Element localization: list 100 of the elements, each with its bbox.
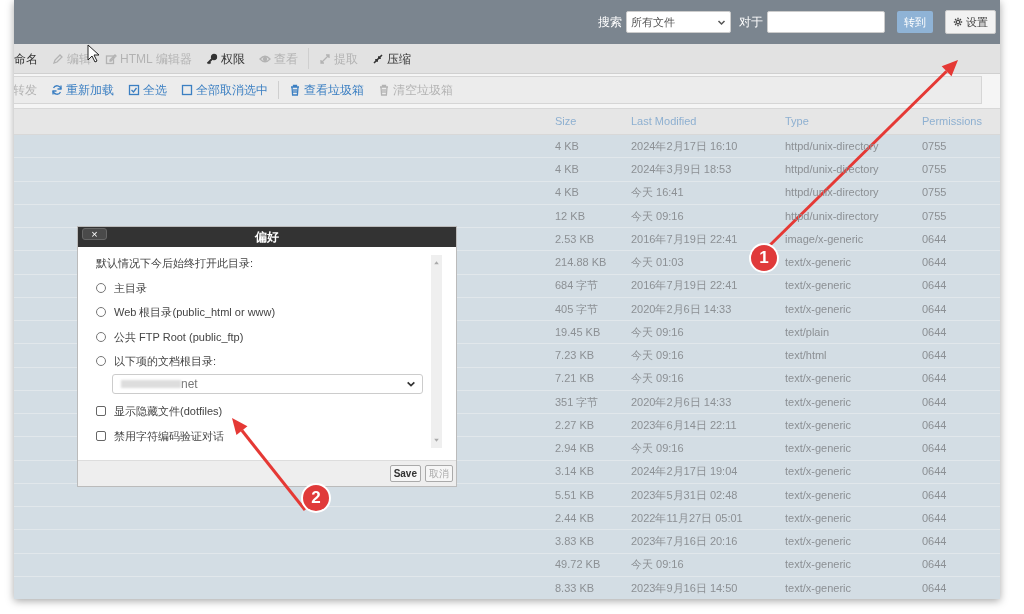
radio-button[interactable] bbox=[96, 331, 106, 342]
checkbox-icon bbox=[128, 84, 140, 96]
table-cell-text: 2023年7月16日 20:16 bbox=[631, 534, 738, 550]
table-cell-text: 2020年2月6日 14:33 bbox=[631, 301, 732, 317]
table-cell-text: 0644 bbox=[922, 441, 947, 457]
table-cell-text: text/x-generic bbox=[785, 464, 852, 480]
table-cell-text: 0644 bbox=[922, 464, 947, 480]
prompt-text: 默认情况下今后始终打开此目录: bbox=[96, 256, 255, 272]
toolbar-button[interactable]: 命名 bbox=[14, 49, 45, 68]
table-cell-text: 2.53 KB bbox=[555, 231, 595, 247]
column-header[interactable]: Last Modified bbox=[624, 109, 778, 134]
table-cell-text: 2023年5月31日 02:48 bbox=[631, 487, 738, 503]
table-cell-text: 0755 bbox=[922, 208, 947, 224]
table-cell-text: 2016年7月19日 22:41 bbox=[631, 278, 738, 294]
table-cell-text: text/x-generic bbox=[785, 487, 852, 503]
table-cell-text: 今天 09:16 bbox=[631, 324, 684, 340]
table-cell-text: 2024年2月17日 16:10 bbox=[631, 138, 738, 154]
table-cell-text: text/x-generic bbox=[785, 417, 852, 433]
radio-label: Web 根目录(public_html or www) bbox=[114, 305, 276, 321]
table-cell-text: 8.33 KB bbox=[555, 580, 595, 596]
redaction-blur bbox=[121, 379, 181, 388]
dropdown-value: net bbox=[181, 375, 199, 393]
toolbar-button[interactable]: 全选 bbox=[121, 81, 174, 99]
table-cell-text: 0644 bbox=[922, 417, 947, 433]
table-cell-text: 7.21 KB bbox=[555, 371, 595, 387]
table-cell-text: text/x-generic bbox=[785, 255, 852, 271]
table-cell-text: image/x-generic bbox=[785, 231, 864, 247]
scroll-up-icon bbox=[433, 259, 440, 267]
table-cell-text: text/x-generic bbox=[785, 371, 852, 387]
trash-icon bbox=[289, 84, 301, 96]
table-cell-text: 2.44 KB bbox=[555, 510, 595, 526]
toolbar-button[interactable]: 压缩 bbox=[364, 49, 418, 68]
toolbar-button[interactable]: 全部取消选中 bbox=[174, 81, 275, 99]
checkbox[interactable] bbox=[96, 430, 106, 441]
table-cell-text: 7.23 KB bbox=[555, 348, 595, 364]
table-cell-text: 12 KB bbox=[555, 208, 585, 224]
table-cell-text: 0755 bbox=[922, 138, 947, 154]
file-row[interactable]: 49.72 KB 今天 09:16 text/x-generic 0644 bbox=[14, 553, 1000, 577]
search-label: 搜索 bbox=[598, 14, 622, 31]
table-cell-text: text/html bbox=[785, 348, 827, 364]
table-cell-text: 351 字节 bbox=[555, 394, 599, 410]
table-cell-text: 2024年3月9日 18:53 bbox=[631, 162, 732, 178]
table-cell-text: 0644 bbox=[922, 278, 947, 294]
column-header[interactable]: Size bbox=[548, 109, 624, 134]
table-cell-text: text/x-generic bbox=[785, 301, 852, 317]
table-cell-text: 19.45 KB bbox=[555, 324, 601, 340]
table-cell-text: 今天 09:16 bbox=[631, 208, 684, 224]
table-cell-text: 684 字节 bbox=[555, 278, 599, 294]
file-row[interactable]: 3.83 KB 2023年7月16日 20:16 text/x-generic 0644 bbox=[14, 530, 1000, 554]
edit-icon bbox=[105, 52, 117, 65]
table-cell-text: 2023年6月14日 22:11 bbox=[631, 417, 737, 433]
table-cell-text: text/x-generic bbox=[785, 580, 852, 596]
toolbar-button[interactable]: 查看垃圾箱 bbox=[282, 81, 371, 99]
checkbox[interactable] bbox=[96, 406, 106, 417]
radio-label: 主目录 bbox=[114, 280, 147, 296]
table-cell-text: 4 KB bbox=[555, 138, 579, 154]
table-cell-text: 2022年11月27日 05:01 bbox=[631, 510, 743, 526]
key-icon bbox=[205, 52, 218, 65]
settings-button[interactable]: 设置 bbox=[945, 10, 996, 34]
go-button[interactable]: 转到 bbox=[897, 11, 933, 33]
scope-dropdown[interactable]: 所有文件 bbox=[626, 11, 731, 33]
square-icon bbox=[181, 84, 193, 96]
table-cell-text: 49.72 KB bbox=[555, 557, 601, 573]
search-field[interactable] bbox=[767, 11, 885, 33]
radio-button[interactable] bbox=[96, 307, 106, 318]
table-cell-text: 2.27 KB bbox=[555, 417, 595, 433]
table-cell-text: 今天 09:16 bbox=[631, 371, 684, 387]
scroll-down-icon bbox=[433, 437, 440, 445]
compress-icon bbox=[371, 52, 384, 65]
table-cell-text: text/x-generic bbox=[785, 394, 852, 410]
table-cell-text: 0755 bbox=[922, 162, 947, 178]
docroot-dropdown[interactable]: net bbox=[112, 373, 423, 394]
table-cell-text: 2020年2月6日 14:33 bbox=[631, 394, 732, 410]
table-cell-text: 今天 01:03 bbox=[631, 255, 684, 271]
toolbar-button[interactable]: 权限 bbox=[198, 49, 252, 68]
table-cell-text: 0644 bbox=[922, 487, 947, 503]
radio-button[interactable] bbox=[96, 282, 106, 293]
trash-icon bbox=[378, 84, 390, 96]
radio-button[interactable] bbox=[96, 356, 106, 367]
table-cell-text: 4 KB bbox=[555, 185, 579, 201]
table-cell-text: 2024年2月17日 19:04 bbox=[631, 464, 738, 480]
toolbar-button[interactable]: 重新加载 bbox=[44, 81, 121, 99]
save-button[interactable]: Save bbox=[389, 465, 421, 483]
table-cell-text: 0644 bbox=[922, 301, 947, 317]
column-header[interactable]: Type bbox=[778, 109, 915, 134]
column-header[interactable]: Permissions bbox=[915, 109, 990, 134]
table-cell-text: 2023年9月16日 14:50 bbox=[631, 580, 738, 596]
close-button[interactable]: × bbox=[82, 228, 107, 240]
table-cell-text: 214.88 KB bbox=[555, 255, 607, 271]
file-row[interactable]: 8.33 KB 2023年9月16日 14:50 text/x-generic 0644 bbox=[14, 576, 1000, 599]
table-cell-text: 0644 bbox=[922, 371, 947, 387]
scrollbar[interactable] bbox=[431, 255, 442, 449]
table-cell-text: 5.51 KB bbox=[555, 487, 595, 503]
table-cell-text: 今天 09:16 bbox=[631, 348, 684, 364]
file-row[interactable]: 2.44 KB 2022年11月27日 05:01 text/x-generic 0644 bbox=[14, 507, 1000, 531]
table-cell-text: 今天 09:16 bbox=[631, 441, 684, 457]
dialog-title: 偏好 bbox=[255, 229, 279, 247]
refresh-icon bbox=[51, 84, 63, 96]
table-cell-text: 3.14 KB bbox=[555, 464, 595, 480]
table-cell-text: 0644 bbox=[922, 557, 947, 573]
